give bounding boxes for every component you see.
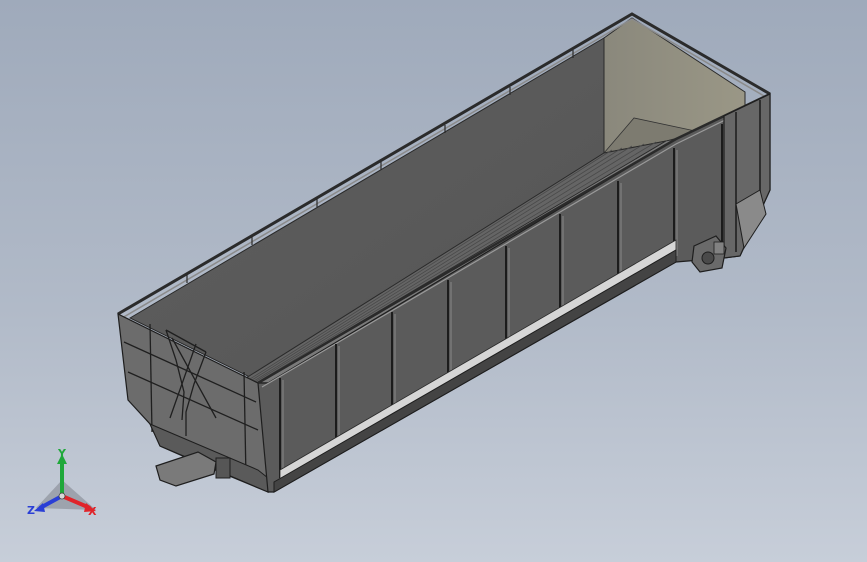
gondola-railcar-model[interactable] [0,0,867,562]
view-orientation-triad[interactable]: Y X Z [26,448,106,524]
cad-viewport[interactable]: Y X Z [0,0,867,562]
coupler-knuckle [215,457,231,479]
z-axis-label: Z [27,504,35,517]
x-axis-label: X [88,505,97,518]
y-axis-label: Y [58,447,66,460]
coupler [155,451,217,487]
